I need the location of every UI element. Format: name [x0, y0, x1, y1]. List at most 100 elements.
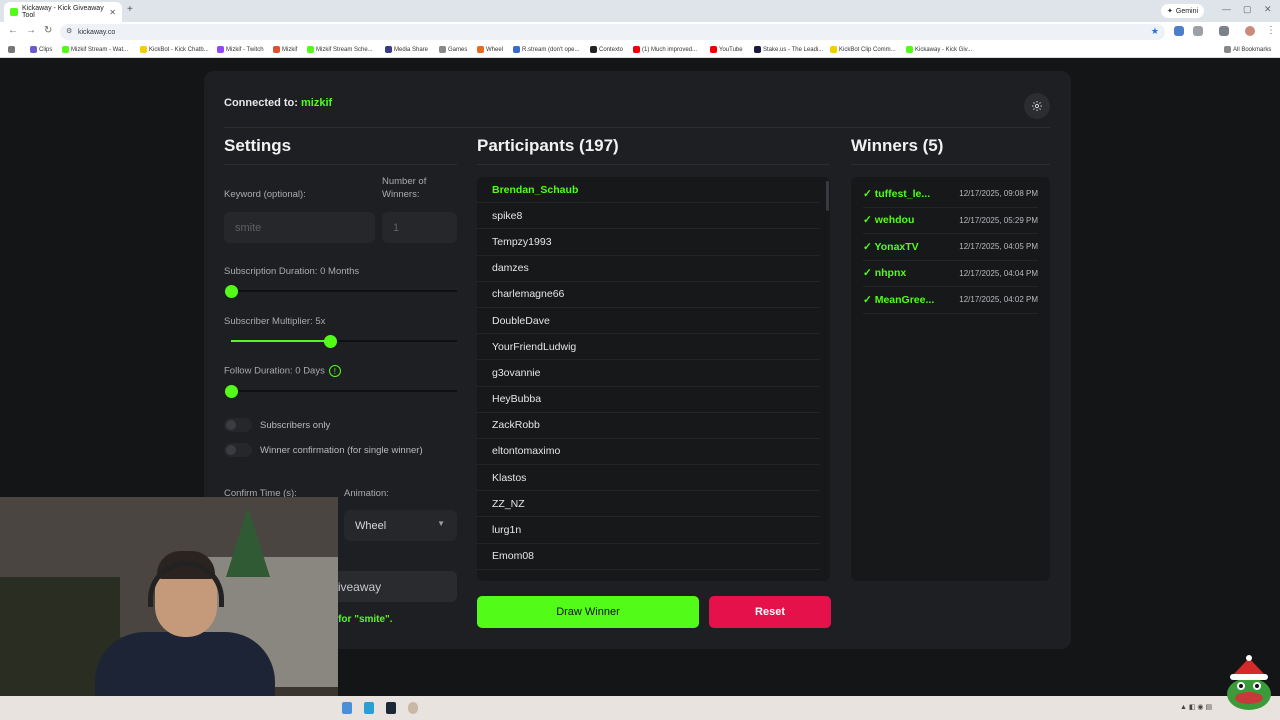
toggle-knob: [226, 420, 236, 430]
taskbar-app-icon[interactable]: [364, 702, 374, 714]
sidebar-icon[interactable]: [1219, 26, 1229, 36]
winner-item: ✓ tuffest_le... 12/17/2025, 09:08 PM: [863, 181, 1038, 208]
bookmark-item[interactable]: Clips: [30, 46, 52, 53]
keyword-placeholder: smite: [235, 221, 262, 234]
subscribers-only-toggle[interactable]: [224, 418, 252, 432]
participants-list[interactable]: Brendan_Schaub spike8 Tempzy1993 damzes …: [477, 177, 830, 581]
divider: [851, 164, 1050, 165]
tab-title: Kickaway - Kick Giveaway Tool: [22, 5, 104, 19]
bookmark-item[interactable]: Mizkif Stream - Wat...: [62, 46, 128, 53]
bookmark-item[interactable]: Wheel: [477, 46, 503, 53]
extension-icon[interactable]: [1174, 26, 1184, 36]
slider-fill: [231, 340, 331, 342]
bookmarks-bar: Clips Mizkif Stream - Wat... KickBot - K…: [0, 42, 1280, 58]
participant-item: spike8: [477, 203, 820, 230]
close-tab-icon[interactable]: ✕: [109, 8, 116, 17]
participant-item: Tempzy1993: [477, 229, 820, 256]
reset-button[interactable]: Reset: [709, 596, 831, 628]
winner-date: 12/17/2025, 04:04 PM: [959, 268, 1038, 278]
bookmark-item[interactable]: KickBot Clip Comm...: [830, 46, 896, 53]
close-window-icon[interactable]: ✕: [1264, 4, 1272, 15]
participant-item: Emom08: [477, 544, 820, 570]
follow-duration-slider[interactable]: [224, 384, 457, 398]
participant-item: HeyBubba: [477, 387, 820, 413]
bookmark-folder[interactable]: Games: [439, 46, 467, 53]
participant-item: Klastos: [477, 465, 820, 492]
toolbar: ← → ↻ ⚙ kickaway.co ★ ⋮: [0, 22, 1280, 42]
system-tray[interactable]: ▲ ◧ ◉ ▤: [1180, 703, 1212, 711]
winner-name: ✓ wehdou: [863, 214, 915, 227]
bookmark-item[interactable]: R.stream (don't ope...: [513, 46, 580, 53]
settings-gear-button[interactable]: [1024, 93, 1050, 119]
follow-duration-label: Follow Duration: 0 Days: [224, 365, 325, 377]
participant-item: Brendan_Schaub: [477, 177, 820, 204]
participant-item: damzes: [477, 256, 820, 282]
divider: [224, 164, 457, 165]
browser-tab[interactable]: Kickaway - Kick Giveaway Tool ✕: [4, 2, 122, 22]
frog-santa-sticker: [1227, 655, 1271, 710]
browser-tab-bar: Kickaway - Kick Giveaway Tool ✕ + ✦ Gemi…: [0, 0, 1280, 22]
bookmark-item[interactable]: Mizkif Stream Sche...: [307, 46, 373, 53]
new-tab-icon[interactable]: +: [127, 4, 133, 15]
address-bar[interactable]: ⚙ kickaway.co ★: [60, 24, 1165, 40]
subscriber-multiplier-slider[interactable]: [231, 334, 457, 348]
winners-count-input[interactable]: 1: [382, 212, 457, 243]
connection-status: Connected to: mizkif: [224, 97, 332, 109]
participant-item: eltontomaximo: [477, 439, 820, 466]
keyword-input[interactable]: smite: [224, 212, 375, 243]
toggle-knob: [226, 445, 236, 455]
gemini-button[interactable]: ✦ Gemini: [1161, 4, 1205, 18]
menu-dots-icon[interactable]: ⋮: [1266, 25, 1276, 36]
scrollbar[interactable]: [826, 181, 829, 211]
settings-title: Settings: [224, 136, 292, 155]
taskbar-app-icon[interactable]: [342, 702, 352, 714]
info-icon[interactable]: !: [328, 365, 341, 377]
participant-item: ZackRobb: [477, 413, 820, 439]
bookmark-item[interactable]: YouTube: [710, 46, 743, 53]
bookmark-item[interactable]: Stake.us - The Leadi...: [754, 46, 823, 53]
taskbar-app-icon[interactable]: [408, 702, 418, 714]
bookmark-item[interactable]: Mizkif - Twitch: [217, 46, 264, 53]
taskbar: ▲ ◧ ◉ ▤: [0, 696, 1280, 720]
back-icon[interactable]: ←: [8, 25, 18, 36]
winner-confirmation-toggle[interactable]: [224, 443, 252, 457]
connected-label: Connected to:: [224, 97, 298, 109]
slider-thumb[interactable]: [224, 284, 238, 298]
site-info-icon[interactable]: ⚙: [66, 27, 72, 35]
participant-item: lurg1n: [477, 517, 820, 544]
maximize-icon[interactable]: ▢: [1243, 4, 1252, 15]
webcam-overlay: [0, 497, 338, 720]
bookmark-item[interactable]: Media Share: [385, 46, 428, 53]
kick-favicon-icon: [10, 8, 18, 16]
bookmark-item[interactable]: Contexto: [590, 46, 623, 53]
url-text: kickaway.co: [78, 28, 116, 36]
draw-winner-button[interactable]: Draw Winner: [477, 596, 699, 628]
cam-christmas-tree: [226, 507, 270, 577]
winner-item: ✓ YonaxTV 12/17/2025, 04:05 PM: [863, 234, 1038, 261]
bookmark-star-icon[interactable]: ★: [1151, 26, 1159, 37]
winner-confirmation-label: Winner confirmation (for single winner): [260, 445, 423, 456]
subscribers-only-label: Subscribers only: [260, 420, 331, 431]
slider-thumb[interactable]: [323, 334, 337, 348]
divider: [477, 164, 830, 165]
subscription-duration-slider[interactable]: [224, 284, 457, 298]
animation-value: Wheel: [355, 519, 387, 532]
all-bookmarks[interactable]: All Bookmarks: [1224, 46, 1271, 53]
reload-icon[interactable]: ↻: [44, 25, 52, 36]
bookmark-item[interactable]: Mizkif: [273, 46, 297, 53]
winner-date: 12/17/2025, 05:29 PM: [959, 215, 1038, 225]
profile-avatar-icon[interactable]: [1245, 26, 1255, 36]
participant-item: YourFriendLudwig: [477, 334, 820, 361]
bookmark-item[interactable]: Kickaway - Kick Giv...: [906, 46, 972, 53]
extensions-puzzle-icon[interactable]: [1193, 26, 1203, 36]
slider-thumb[interactable]: [224, 384, 238, 398]
forward-icon[interactable]: →: [26, 25, 36, 36]
apps-grid-icon[interactable]: [8, 46, 15, 53]
animation-select[interactable]: Wheel ▼: [344, 510, 457, 541]
bookmark-item[interactable]: KickBot - Kick Chatb...: [140, 46, 209, 53]
gemini-label: Gemini: [1175, 7, 1199, 15]
bookmark-item[interactable]: (1) Much improved...: [633, 46, 697, 53]
minimize-icon[interactable]: —: [1222, 4, 1231, 14]
steam-icon[interactable]: [386, 702, 396, 714]
winner-name: ✓ tuffest_le...: [863, 187, 931, 200]
